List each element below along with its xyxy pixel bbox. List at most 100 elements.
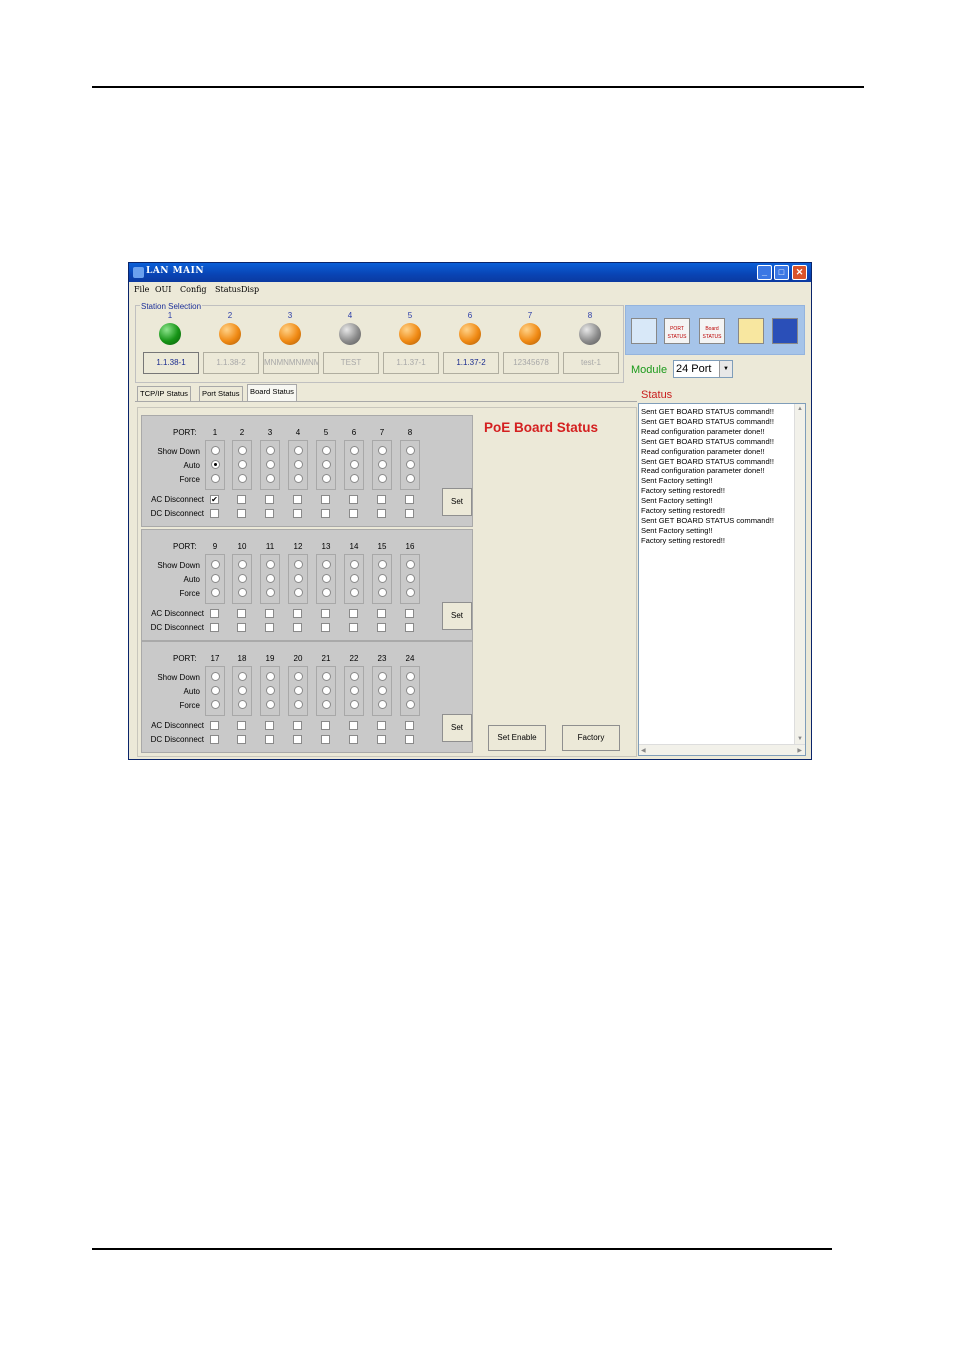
status-horizontal-scrollbar[interactable]: ◀ ▶	[639, 744, 805, 755]
checkbox-ac-disconnect[interactable]	[265, 609, 274, 618]
checkbox-dc-disconnect[interactable]	[321, 509, 330, 518]
tab-tcpip-status[interactable]: TCP/IP Status	[137, 386, 191, 401]
checkbox-dc-disconnect[interactable]	[210, 623, 219, 632]
tab-port-status[interactable]: Port Status	[199, 386, 243, 401]
radio-show-down[interactable]	[266, 672, 275, 681]
station-button[interactable]: 1.1.37-2	[443, 352, 499, 374]
radio-force[interactable]	[322, 700, 331, 709]
radio-show-down[interactable]	[350, 560, 359, 569]
radio-force[interactable]	[322, 474, 331, 483]
radio-show-down[interactable]	[238, 672, 247, 681]
radio-force[interactable]	[294, 588, 303, 597]
checkbox-dc-disconnect[interactable]	[293, 509, 302, 518]
menu-statusdisp[interactable]: StatusDisp	[215, 285, 259, 294]
checkbox-dc-disconnect[interactable]	[377, 735, 386, 744]
radio-show-down[interactable]	[211, 446, 220, 455]
radio-force[interactable]	[378, 588, 387, 597]
checkbox-dc-disconnect[interactable]	[405, 735, 414, 744]
checkbox-dc-disconnect[interactable]	[349, 735, 358, 744]
module-select[interactable]: 24 Port ▼	[673, 360, 733, 378]
checkbox-ac-disconnect[interactable]	[377, 609, 386, 618]
menu-config[interactable]: Config	[180, 285, 207, 294]
open-folder-icon[interactable]	[738, 318, 764, 344]
checkbox-dc-disconnect[interactable]	[293, 623, 302, 632]
radio-show-down[interactable]	[378, 560, 387, 569]
radio-show-down[interactable]	[211, 672, 220, 681]
radio-auto[interactable]	[322, 460, 331, 469]
radio-show-down[interactable]	[350, 672, 359, 681]
radio-show-down[interactable]	[406, 560, 415, 569]
radio-auto[interactable]	[378, 460, 387, 469]
radio-force[interactable]	[211, 588, 220, 597]
set-enable-button[interactable]: Set Enable	[488, 725, 546, 751]
checkbox-ac-disconnect[interactable]	[237, 721, 246, 730]
checkbox-ac-disconnect[interactable]	[349, 721, 358, 730]
radio-force[interactable]	[350, 700, 359, 709]
checkbox-ac-disconnect[interactable]	[321, 721, 330, 730]
radio-show-down[interactable]	[406, 672, 415, 681]
radio-auto[interactable]	[350, 686, 359, 695]
network-icon[interactable]	[631, 318, 657, 344]
minimize-icon[interactable]: _	[757, 265, 772, 280]
maximize-icon[interactable]: □	[774, 265, 789, 280]
radio-force[interactable]	[266, 474, 275, 483]
radio-show-down[interactable]	[322, 446, 331, 455]
radio-force[interactable]	[211, 474, 220, 483]
checkbox-dc-disconnect[interactable]	[377, 623, 386, 632]
radio-auto[interactable]	[211, 686, 220, 695]
checkbox-dc-disconnect[interactable]	[293, 735, 302, 744]
radio-auto[interactable]	[238, 686, 247, 695]
radio-auto[interactable]	[350, 460, 359, 469]
checkbox-dc-disconnect[interactable]	[321, 735, 330, 744]
radio-show-down[interactable]	[378, 446, 387, 455]
checkbox-ac-disconnect[interactable]	[321, 609, 330, 618]
checkbox-dc-disconnect[interactable]	[349, 509, 358, 518]
radio-force[interactable]	[406, 474, 415, 483]
radio-auto[interactable]	[266, 574, 275, 583]
checkbox-ac-disconnect[interactable]	[265, 721, 274, 730]
board-status-icon[interactable]: Board STATUS	[699, 318, 725, 344]
set-button[interactable]: Set	[442, 714, 472, 742]
radio-force[interactable]	[350, 588, 359, 597]
checkbox-ac-disconnect[interactable]	[210, 609, 219, 618]
station-button[interactable]: 12345678	[503, 352, 559, 374]
radio-auto[interactable]	[322, 686, 331, 695]
radio-force[interactable]	[238, 700, 247, 709]
radio-force[interactable]	[294, 700, 303, 709]
checkbox-dc-disconnect[interactable]	[265, 735, 274, 744]
radio-auto[interactable]	[294, 460, 303, 469]
radio-show-down[interactable]	[294, 446, 303, 455]
station-button[interactable]: 1.1.38-2	[203, 352, 259, 374]
radio-show-down[interactable]	[294, 672, 303, 681]
radio-auto[interactable]	[350, 574, 359, 583]
radio-auto[interactable]	[406, 460, 415, 469]
save-icon[interactable]	[772, 318, 798, 344]
radio-auto[interactable]	[266, 460, 275, 469]
checkbox-dc-disconnect[interactable]	[265, 509, 274, 518]
checkbox-ac-disconnect[interactable]	[293, 721, 302, 730]
radio-force[interactable]	[350, 474, 359, 483]
radio-auto[interactable]	[266, 686, 275, 695]
close-icon[interactable]: ✕	[792, 265, 807, 280]
checkbox-ac-disconnect[interactable]	[377, 495, 386, 504]
checkbox-dc-disconnect[interactable]	[377, 509, 386, 518]
checkbox-ac-disconnect[interactable]	[321, 495, 330, 504]
radio-auto[interactable]	[211, 460, 220, 469]
checkbox-ac-disconnect[interactable]	[237, 495, 246, 504]
radio-force[interactable]	[294, 474, 303, 483]
radio-force[interactable]	[211, 700, 220, 709]
radio-show-down[interactable]	[294, 560, 303, 569]
set-button[interactable]: Set	[442, 602, 472, 630]
tab-board-status[interactable]: Board Status	[247, 384, 297, 401]
checkbox-dc-disconnect[interactable]	[405, 623, 414, 632]
radio-auto[interactable]	[406, 686, 415, 695]
radio-force[interactable]	[378, 474, 387, 483]
radio-show-down[interactable]	[322, 560, 331, 569]
radio-show-down[interactable]	[238, 446, 247, 455]
radio-force[interactable]	[406, 588, 415, 597]
radio-auto[interactable]	[294, 686, 303, 695]
radio-show-down[interactable]	[266, 560, 275, 569]
checkbox-dc-disconnect[interactable]	[405, 509, 414, 518]
checkbox-ac-disconnect[interactable]	[349, 495, 358, 504]
radio-force[interactable]	[406, 700, 415, 709]
